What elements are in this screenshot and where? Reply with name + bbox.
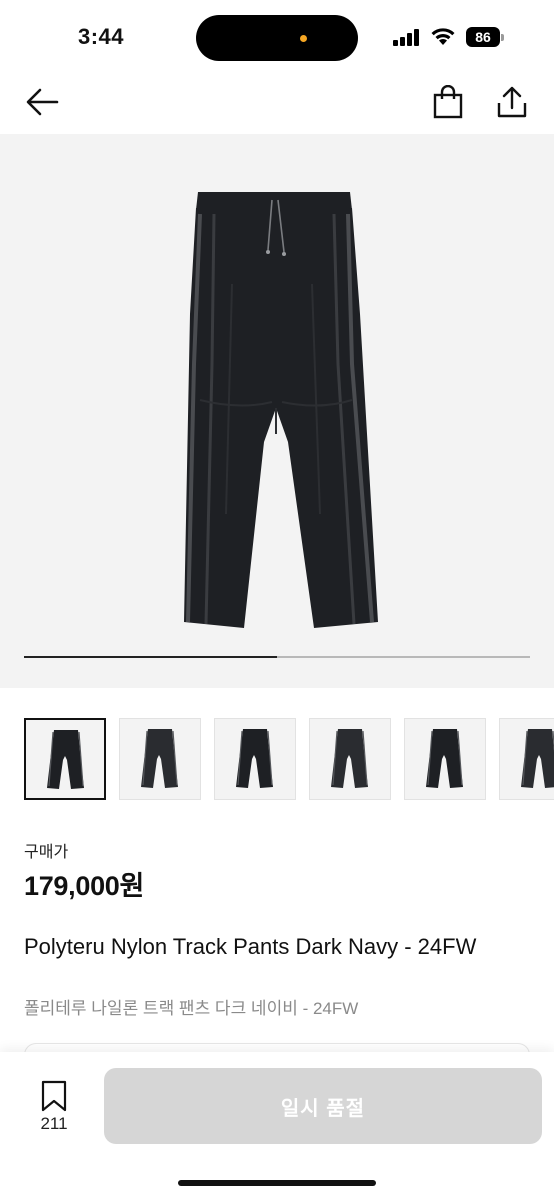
status-bar: 3:44 86 <box>0 0 554 72</box>
thumbnail-1[interactable] <box>24 718 106 800</box>
thumbnail-image <box>521 729 554 788</box>
recording-dot-icon <box>300 35 307 42</box>
price-label: 구매가 <box>24 844 69 861</box>
status-time: 3:44 <box>78 24 125 49</box>
arrow-left-icon <box>26 88 59 116</box>
bookmark-icon <box>41 1080 67 1112</box>
thumbnail-2[interactable] <box>119 718 201 800</box>
back-button[interactable] <box>20 80 64 124</box>
thumbnail-4[interactable] <box>309 718 391 800</box>
cart-button[interactable] <box>426 80 470 124</box>
wifi-icon <box>431 28 455 45</box>
thumbnail-image <box>47 730 84 789</box>
top-nav <box>0 72 554 134</box>
thumbnail-image <box>236 729 273 788</box>
thumbnail-6[interactable] <box>499 718 554 800</box>
thumbnail-image <box>141 729 178 788</box>
shopping-bag-icon <box>433 85 463 119</box>
battery-icon: 86 <box>466 27 504 47</box>
bookmark-button[interactable]: 211 <box>28 1078 80 1138</box>
product-title: Polyteru Nylon Track Pants Dark Navy - 2… <box>24 934 477 959</box>
product-image-carousel[interactable] <box>0 134 554 688</box>
battery-level: 86 <box>466 27 500 47</box>
product-subtitle: 폴리테루 나일론 트랙 팬츠 다크 네이비 - 24FW <box>24 999 359 1018</box>
price-value: 179,000원 <box>24 871 145 901</box>
thumbnail-3[interactable] <box>214 718 296 800</box>
carousel-progress-fill <box>24 656 277 658</box>
thumbnail-image <box>426 729 463 788</box>
thumbnail-strip <box>24 718 554 800</box>
dynamic-island <box>196 15 358 61</box>
thumbnail-5[interactable] <box>404 718 486 800</box>
carousel-progress <box>24 656 530 658</box>
thumbnail-image <box>331 729 368 788</box>
bookmark-count: 211 <box>40 1114 68 1133</box>
bottom-action-bar: 211 일시 품절 <box>0 1052 554 1200</box>
cellular-signal-icon <box>393 28 421 46</box>
share-button[interactable] <box>490 80 534 124</box>
sold-out-button[interactable]: 일시 품절 <box>104 1068 542 1144</box>
product-image <box>184 192 378 628</box>
home-indicator <box>178 1180 376 1186</box>
share-icon <box>497 86 527 118</box>
